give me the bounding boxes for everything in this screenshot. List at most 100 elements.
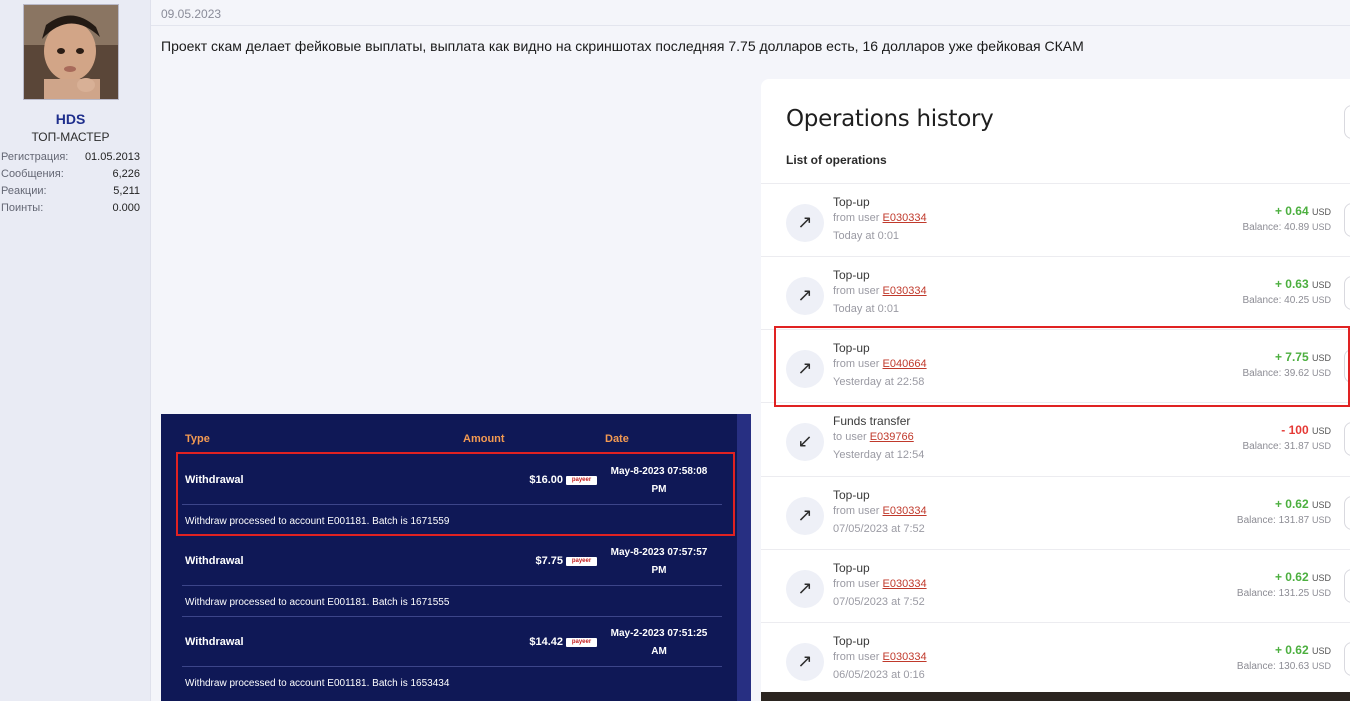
currency: USD — [1311, 280, 1331, 290]
payeer-logo-icon: payeer — [566, 557, 597, 566]
operation-row[interactable]: ↗ Top-up from user E030334 06/05/2023 at… — [761, 622, 1350, 695]
operation-balance: Balance: 131.87 USD — [1237, 515, 1331, 526]
account-link[interactable]: E039766 — [870, 431, 914, 443]
withdrawal-description: Withdraw processed to account E001181. B… — [185, 678, 450, 689]
operation-counterparty: from user E030334 — [833, 212, 927, 224]
operation-row[interactable]: ↗ Top-up from user E030334 Today at 0:01… — [761, 183, 1350, 256]
stat-registration: Регистрация: 01.05.2013 — [1, 151, 140, 167]
currency: USD — [1311, 222, 1331, 232]
operation-amount: + 0.64 USD — [1275, 204, 1331, 218]
withdrawal-type: Withdrawal — [185, 636, 244, 648]
post-date[interactable]: 09.05.2023 — [161, 7, 221, 21]
operation-balance: Balance: 40.89 USD — [1242, 222, 1331, 233]
amount-value: + 0.62 — [1274, 497, 1309, 511]
filter-button[interactable] — [1344, 105, 1350, 139]
operation-balance: Balance: 131.25 USD — [1237, 588, 1331, 599]
avatar[interactable] — [23, 4, 119, 100]
operations-title: Operations history — [786, 106, 994, 132]
operation-balance: Balance: 31.87 USD — [1242, 441, 1331, 452]
balance-value: 131.87 — [1278, 515, 1310, 526]
post-text: Проект скам делает фейковые выплаты, вып… — [161, 38, 1084, 54]
payeer-logo-icon: payeer — [566, 638, 597, 647]
operation-time: 07/05/2023 at 7:52 — [833, 596, 925, 608]
arrow-up-right-icon: ↗ — [786, 497, 824, 535]
balance-label: Balance: — [1242, 441, 1282, 452]
arrow-up-right-icon: ↗ — [786, 643, 824, 681]
row-action-button[interactable] — [1344, 496, 1350, 530]
operation-counterparty: from user E030334 — [833, 285, 927, 297]
operation-counterparty: from user E030334 — [833, 578, 927, 590]
stat-value: 01.05.2013 — [84, 151, 140, 163]
divider — [182, 585, 722, 586]
row-action-button[interactable] — [1344, 203, 1350, 237]
operation-title: Funds transfer — [833, 414, 911, 428]
date-ampm: PM — [651, 565, 667, 576]
screenshot-edge — [761, 692, 1350, 701]
operation-time: Today at 0:01 — [833, 303, 900, 315]
divider — [151, 25, 1350, 26]
withdrawal-date: May-8-2023 07:57:57 PM — [599, 544, 719, 580]
withdrawal-screenshot[interactable]: Type Amount Date Withdrawal $16.00 payee… — [161, 414, 751, 701]
username[interactable]: HDS — [0, 111, 141, 127]
balance-label: Balance: — [1236, 515, 1276, 526]
counterparty-prefix: from user — [833, 651, 880, 663]
user-panel: HDS ТОП-МАСТЕР Регистрация: 01.05.2013 С… — [0, 0, 151, 701]
balance-value: 40.25 — [1284, 295, 1310, 306]
balance-label: Balance: — [1242, 222, 1282, 233]
currency: USD — [1311, 426, 1331, 436]
operation-row[interactable]: ↗ Top-up from user E030334 07/05/2023 at… — [761, 549, 1350, 622]
currency: USD — [1311, 573, 1331, 583]
account-link[interactable]: E030334 — [883, 505, 927, 517]
currency: USD — [1311, 515, 1331, 525]
highlight-box — [176, 452, 735, 536]
currency: USD — [1311, 588, 1331, 598]
operation-balance: Balance: 40.25 USD — [1242, 295, 1331, 306]
avatar-image — [24, 5, 118, 99]
stat-label: Поинты: — [1, 202, 44, 214]
operation-row[interactable]: ↗ Top-up from user E030334 07/05/2023 at… — [761, 476, 1350, 549]
row-action-button[interactable] — [1344, 569, 1350, 603]
stat-value: 0.000 — [112, 202, 140, 214]
amount-value: + 0.63 — [1274, 277, 1309, 291]
operation-amount: + 0.62 USD — [1275, 643, 1331, 657]
balance-value: 31.87 — [1284, 441, 1310, 452]
column-header-amount: Amount — [463, 433, 505, 445]
balance-value: 40.89 — [1284, 222, 1310, 233]
balance-value: 130.63 — [1278, 661, 1310, 672]
divider — [182, 666, 722, 667]
operation-time: Today at 0:01 — [833, 230, 900, 242]
balance-label: Balance: — [1236, 588, 1276, 599]
account-link[interactable]: E030334 — [883, 212, 927, 224]
stat-label: Сообщения: — [1, 168, 64, 180]
operation-amount: + 0.62 USD — [1275, 570, 1331, 584]
row-action-button[interactable] — [1344, 642, 1350, 676]
date-ampm: AM — [651, 646, 667, 657]
currency: USD — [1311, 661, 1331, 671]
date-line: May-2-2023 07:51:25 — [610, 628, 708, 639]
account-link[interactable]: E030334 — [883, 285, 927, 297]
currency: USD — [1311, 295, 1331, 305]
counterparty-prefix: from user — [833, 285, 880, 297]
operations-subtitle: List of operations — [786, 153, 887, 167]
currency: USD — [1311, 646, 1331, 656]
counterparty-prefix: from user — [833, 212, 880, 224]
stat-messages: Сообщения: 6,226 — [1, 168, 140, 184]
scrollbar — [737, 414, 751, 701]
account-link[interactable]: E030334 — [883, 651, 927, 663]
operation-row[interactable]: ↗ Top-up from user E030334 Today at 0:01… — [761, 256, 1350, 329]
stat-value: 5,211 — [113, 185, 140, 197]
date-line: May-8-2023 07:57:57 — [610, 547, 708, 558]
operation-counterparty: from user E030334 — [833, 651, 927, 663]
user-title: ТОП-МАСТЕР — [31, 130, 110, 144]
row-action-button[interactable] — [1344, 276, 1350, 310]
highlight-box — [774, 326, 1350, 407]
counterparty-prefix: to user — [833, 431, 867, 443]
operation-row[interactable]: ↙ Funds transfer to user E039766 Yesterd… — [761, 402, 1350, 475]
row-action-button[interactable] — [1344, 422, 1350, 456]
account-link[interactable]: E030334 — [883, 578, 927, 590]
operation-counterparty: to user E039766 — [833, 431, 914, 443]
operation-title: Top-up — [833, 561, 870, 575]
arrow-down-left-icon: ↙ — [786, 423, 824, 461]
operation-title: Top-up — [833, 488, 870, 502]
operation-time: Yesterday at 12:54 — [833, 449, 925, 461]
